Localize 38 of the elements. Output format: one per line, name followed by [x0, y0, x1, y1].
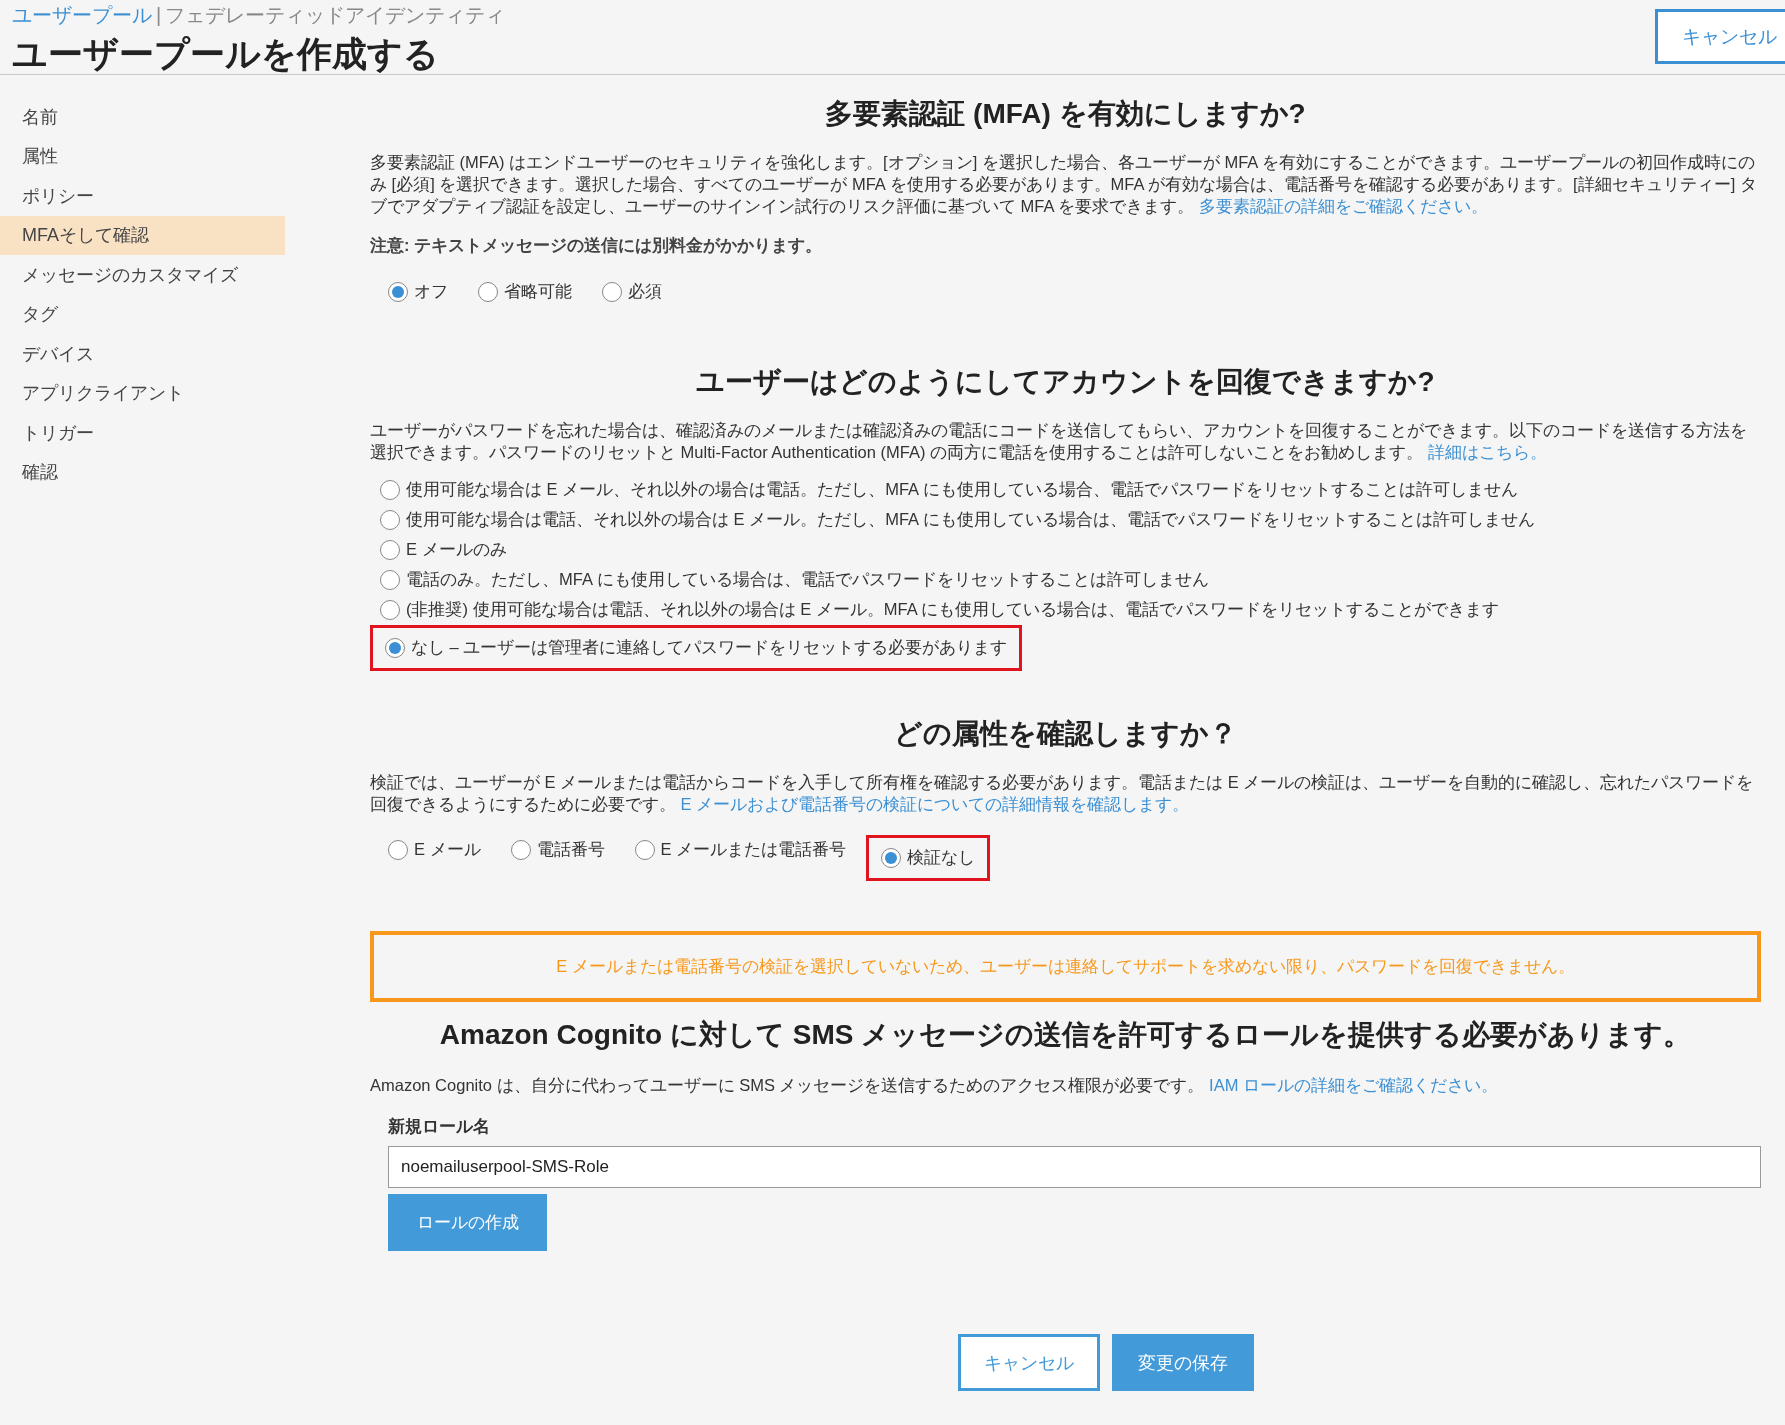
- sidebar-item[interactable]: 属性: [0, 136, 285, 176]
- radio-option[interactable]: 省略可能: [478, 277, 572, 307]
- section-description: ユーザーがパスワードを忘れた場合は、確認済みのメールまたは確認済みの電話にコードを送信してもらい、アカウントを回復することができます。以下のコードを送信する方法を選択できます。パスワードのリセットと Multi-Factor Authentication (MFA) の両方に電話を使用することは許可しないことをお勧めします。 詳細はこちら。: [370, 420, 1748, 463]
- section-heading: 多要素認証 (MFA) を有効にしますか?: [824, 97, 1307, 131]
- sidebar-item[interactable]: ポリシー: [0, 176, 285, 216]
- sidebar-item[interactable]: タグ: [0, 294, 285, 334]
- breadcrumb-separator: |: [156, 4, 162, 27]
- sidebar-item[interactable]: メッセージのカスタマイズ: [0, 255, 285, 295]
- radio-option[interactable]: 使用可能な場合は E メール、それ以外の場合は電話。ただし、MFA にも使用している場合、電話でパスワードをリセットすることは許可しません: [380, 475, 1518, 505]
- radio-option[interactable]: オフ: [388, 277, 448, 307]
- radio-option[interactable]: (非推奨) 使用可能な場合は電話、それ以外の場合は E メール。MFA にも使用している場合は、電話でパスワードをリセットすることができます: [380, 595, 1500, 625]
- field-label: 新規ロール名: [388, 1116, 491, 1137]
- role-name-field[interactable]: noemailuserpool-SMS-Role: [388, 1146, 1761, 1188]
- radio-option[interactable]: E メールのみ: [380, 535, 507, 565]
- section-description: Amazon Cognito は、自分に代わってユーザーに SMS メッセージを送信するためのアクセス権限が必要です。 IAM ロールの詳細をご確認ください。: [370, 1075, 1499, 1096]
- section-description: 多要素認証 (MFA) はエンドユーザーのセキュリティを強化します。[オプション] を選択した場合、各ユーザーが MFA を有効にすることができます。ユーザープールの初回作成時にのみ [必須] を選択できます。選択した場合、すべてのユーザーが MFA を使用する必要があります。MFA が有効な場合は、電話番号を確認する必要があります。[詳細セキュリティー] タブでアダプティブ認証を設定し、ユーザーのサインイン試行のリスク評価に基づいて MFA を要求できます。 多要素認証の詳細をご確認ください。: [370, 152, 1758, 217]
- highlighted-radio-option[interactable]: なし – ユーザーは管理者に連絡してパスワードをリセットする必要があります: [370, 625, 1023, 671]
- section-heading: ユーザーはどのようにしてアカウントを回復できますか?: [695, 365, 1436, 399]
- section-heading: Amazon Cognito に対して SMS メッセージの送信を許可するロールを提供する必要があります。: [438, 1018, 1693, 1052]
- highlighted-radio-option[interactable]: 検証なし: [866, 835, 991, 881]
- sidebar-item[interactable]: 名前: [0, 97, 285, 137]
- radio-option[interactable]: 必須: [602, 277, 662, 307]
- sidebar-item[interactable]: アプリクライアント: [0, 373, 285, 413]
- cancel-button[interactable]: キャンセル: [1655, 9, 1785, 64]
- page-title: ユーザープールを作成する: [12, 33, 440, 75]
- note-text: 注意: テキストメッセージの送信には別料金がかかります。: [370, 235, 824, 257]
- radio-option[interactable]: E メール: [388, 835, 481, 865]
- radio-option[interactable]: E メールまたは電話番号: [634, 835, 847, 865]
- radio-option[interactable]: 電話番号: [510, 835, 605, 865]
- sidebar-item[interactable]: MFAそして確認: [0, 215, 285, 255]
- warning-message: E メールまたは電話番号の検証を選択していないため、ユーザーは連絡してサポートを求めない限り、パスワードを回復できません。: [370, 931, 1761, 1002]
- section-heading: どの属性を確認しますか？: [893, 717, 1238, 751]
- section-description: 検証では、ユーザーが E メールまたは電話からコードを入手して所有権を確認する必要があります。電話または E メールの検証は、ユーザーを自動的に確認し、忘れたパスワードを回復できるようにするために必要です。 E メールおよび電話番号の検証についての詳細情報を確認します。: [370, 772, 1755, 815]
- sidebar-item[interactable]: トリガー: [0, 413, 285, 453]
- radio-option[interactable]: 使用可能な場合は電話、それ以外の場合は E メール。ただし、MFA にも使用している場合は、電話でパスワードをリセットすることは許可しません: [380, 505, 1535, 535]
- radio-option[interactable]: 電話のみ。ただし、MFA にも使用している場合は、電話でパスワードをリセットすることは許可しません: [380, 565, 1209, 595]
- sidebar-item[interactable]: 確認: [0, 452, 285, 492]
- sidebar-item[interactable]: デバイス: [0, 334, 285, 374]
